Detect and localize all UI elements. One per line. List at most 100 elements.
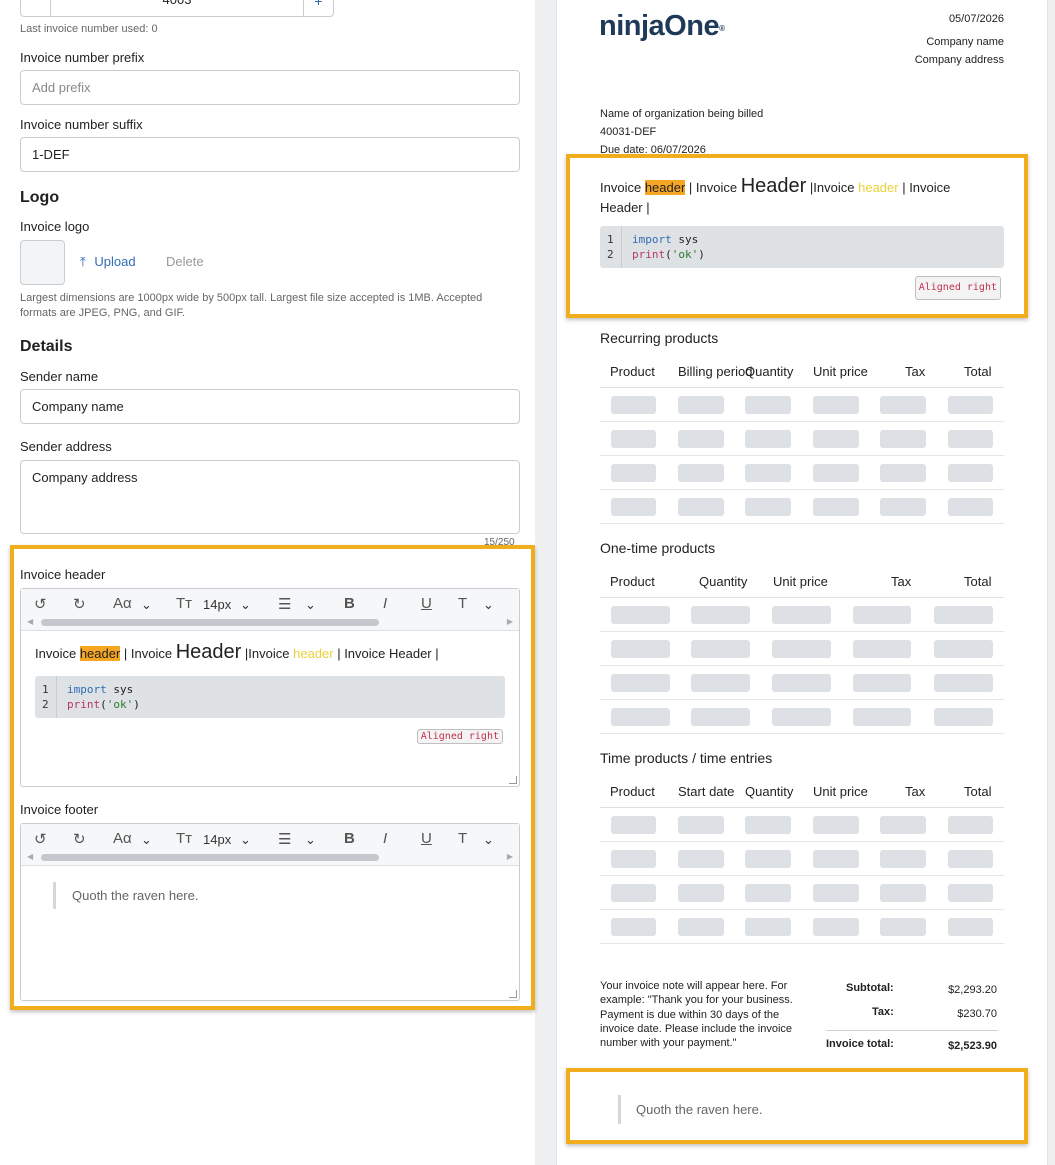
font-size-value[interactable]: 14px xyxy=(203,597,231,612)
italic-icon[interactable]: I xyxy=(383,830,387,847)
footer-editor[interactable]: ↺ ↻ Aα ⌄ Tт 14px ⌄ ☰ ⌄ B I U T ⌄ ◀ ▶ Quo… xyxy=(20,823,520,1001)
preview-aligned-right-badge: Aligned right xyxy=(914,276,1001,300)
logo-preview xyxy=(20,240,65,285)
redo-icon[interactable]: ↻ xyxy=(73,830,86,848)
redo-icon[interactable]: ↻ xyxy=(73,595,86,613)
upload-button[interactable]: ⤒ Upload xyxy=(80,254,136,270)
scroll-right-icon[interactable]: ▶ xyxy=(507,852,513,861)
upload-label: Upload xyxy=(94,254,136,269)
totals-divider xyxy=(826,1030,998,1031)
table-row xyxy=(600,842,1004,876)
invoice-settings-panel: 4003 + Last invoice number used: 0 Invoi… xyxy=(0,0,535,1165)
header-editor[interactable]: ↺ ↻ Aα ⌄ Tт 14px ⌄ ☰ ⌄ B I U T ⌄ ◀ ▶ Inv… xyxy=(20,588,520,787)
font-size-icon[interactable]: Tт xyxy=(176,595,192,612)
font-size-value[interactable]: 14px xyxy=(203,832,231,847)
bold-icon[interactable]: B xyxy=(344,830,355,847)
chevron-down-icon[interactable]: ⌄ xyxy=(240,597,251,613)
underline-icon[interactable]: U xyxy=(421,595,432,612)
sender-address-input[interactable]: Company address xyxy=(20,460,520,534)
header-seg: | Invoice Header | xyxy=(333,646,439,661)
chevron-down-icon[interactable]: ⌄ xyxy=(141,597,152,613)
table-row xyxy=(600,910,1004,944)
preview-footer-quote: Quoth the raven here. xyxy=(618,1095,762,1124)
suffix-label: Invoice number suffix xyxy=(20,117,143,132)
sender-name-label: Sender name xyxy=(20,369,99,384)
time-title: Time products / time entries xyxy=(600,750,773,766)
details-section-title: Details xyxy=(20,338,73,355)
chevron-down-icon[interactable]: ⌄ xyxy=(305,597,316,613)
sender-name-input[interactable]: Company name xyxy=(20,389,520,424)
header-content[interactable]: Invoice header | Invoice Header |Invoice… xyxy=(21,631,519,754)
aligned-right-row: Aligned right xyxy=(35,727,505,744)
tax-label: Tax: xyxy=(872,1006,894,1018)
prefix-label: Invoice number prefix xyxy=(20,50,145,65)
chevron-down-icon[interactable]: ⌄ xyxy=(240,832,251,848)
sender-address-counter: 15/250 xyxy=(484,537,515,548)
invoice-date: 05/07/2026 xyxy=(948,13,1004,25)
code-block: 12 import sys print('ok') xyxy=(35,676,505,718)
chevron-down-icon[interactable]: ⌄ xyxy=(483,597,494,613)
header-seg: Invoice xyxy=(35,646,80,661)
table-row xyxy=(600,598,1004,632)
font-family-icon[interactable]: Aα xyxy=(113,595,132,612)
header-toolbar: ↺ ↻ Aα ⌄ Tт 14px ⌄ ☰ ⌄ B I U T ⌄ ◀ ▶ xyxy=(21,589,519,631)
logo-hint: Largest dimensions are 1000px wide by 50… xyxy=(20,292,483,319)
time-table: Product Start date Quantity Unit price T… xyxy=(600,774,1004,944)
prefix-input[interactable]: Add prefix xyxy=(20,70,520,105)
table-row xyxy=(600,876,1004,910)
italic-icon[interactable]: I xyxy=(383,595,387,612)
table-row xyxy=(600,632,1004,666)
footer-content[interactable]: Quoth the raven here. xyxy=(21,866,519,919)
table-row xyxy=(600,456,1004,490)
footer-label: Invoice footer xyxy=(20,802,99,817)
footer-toolbar: ↺ ↻ Aα ⌄ Tт 14px ⌄ ☰ ⌄ B I U T ⌄ ◀ ▶ xyxy=(21,824,519,866)
scroll-thumb[interactable] xyxy=(41,854,379,861)
text-color-icon[interactable]: T xyxy=(458,830,467,847)
resize-handle[interactable] xyxy=(509,990,517,998)
chevron-down-icon[interactable]: ⌄ xyxy=(141,832,152,848)
table-row xyxy=(600,666,1004,700)
align-icon[interactable]: ☰ xyxy=(278,595,291,613)
last-invoice-hint: Last invoice number used: 0 xyxy=(20,23,158,35)
chevron-down-icon[interactable]: ⌄ xyxy=(483,832,494,848)
font-size-icon[interactable]: Tт xyxy=(176,830,192,847)
invoice-note: Your invoice note will appear here. For … xyxy=(600,980,793,1050)
preview-header: Invoice header | Invoice Header |Invoice… xyxy=(600,176,1004,300)
text-color-icon[interactable]: T xyxy=(458,595,467,612)
logo-section-title: Logo xyxy=(20,189,60,206)
scroll-thumb[interactable] xyxy=(41,619,379,626)
brand-logo: ninjaOne® xyxy=(599,10,725,42)
undo-icon[interactable]: ↺ xyxy=(34,830,47,848)
font-family-icon[interactable]: Aα xyxy=(113,830,132,847)
scroll-right-icon[interactable]: ▶ xyxy=(507,617,513,626)
due-date: Due date: 06/07/2026 xyxy=(600,144,706,156)
recurring-title: Recurring products xyxy=(600,330,719,346)
toolbar-scrollbar[interactable]: ◀ ▶ xyxy=(27,617,513,626)
total-label: Invoice total: xyxy=(826,1038,894,1050)
chevron-down-icon[interactable]: ⌄ xyxy=(305,832,316,848)
invoice-number-value[interactable]: 4003 xyxy=(51,0,303,13)
resize-handle[interactable] xyxy=(509,776,517,784)
toolbar-scrollbar[interactable]: ◀ ▶ xyxy=(27,852,513,861)
footer-quote: Quoth the raven here. xyxy=(53,882,505,909)
invoice-number-stepper[interactable]: 4003 + xyxy=(20,0,334,17)
scroll-left-icon[interactable]: ◀ xyxy=(27,852,33,861)
table-row xyxy=(600,490,1004,524)
header-seg: | Invoice xyxy=(120,646,176,661)
table-row xyxy=(600,422,1004,456)
scroll-left-icon[interactable]: ◀ xyxy=(27,617,33,626)
increment-button[interactable]: + xyxy=(303,0,333,16)
bold-icon[interactable]: B xyxy=(344,595,355,612)
decrement-button[interactable] xyxy=(21,0,51,16)
header-seg: |Invoice xyxy=(241,646,294,661)
suffix-input[interactable]: 1-DEF xyxy=(20,137,520,172)
code-lines: import sys print('ok') xyxy=(67,683,140,711)
tax-value: $230.70 xyxy=(957,1008,997,1020)
logo-label: Invoice logo xyxy=(20,219,90,234)
header-label: Invoice header xyxy=(20,567,106,582)
underline-icon[interactable]: U xyxy=(421,830,432,847)
undo-icon[interactable]: ↺ xyxy=(34,595,47,613)
delete-button[interactable]: Delete xyxy=(166,254,204,269)
align-icon[interactable]: ☰ xyxy=(278,830,291,848)
subtotal-value: $2,293.20 xyxy=(948,984,997,996)
